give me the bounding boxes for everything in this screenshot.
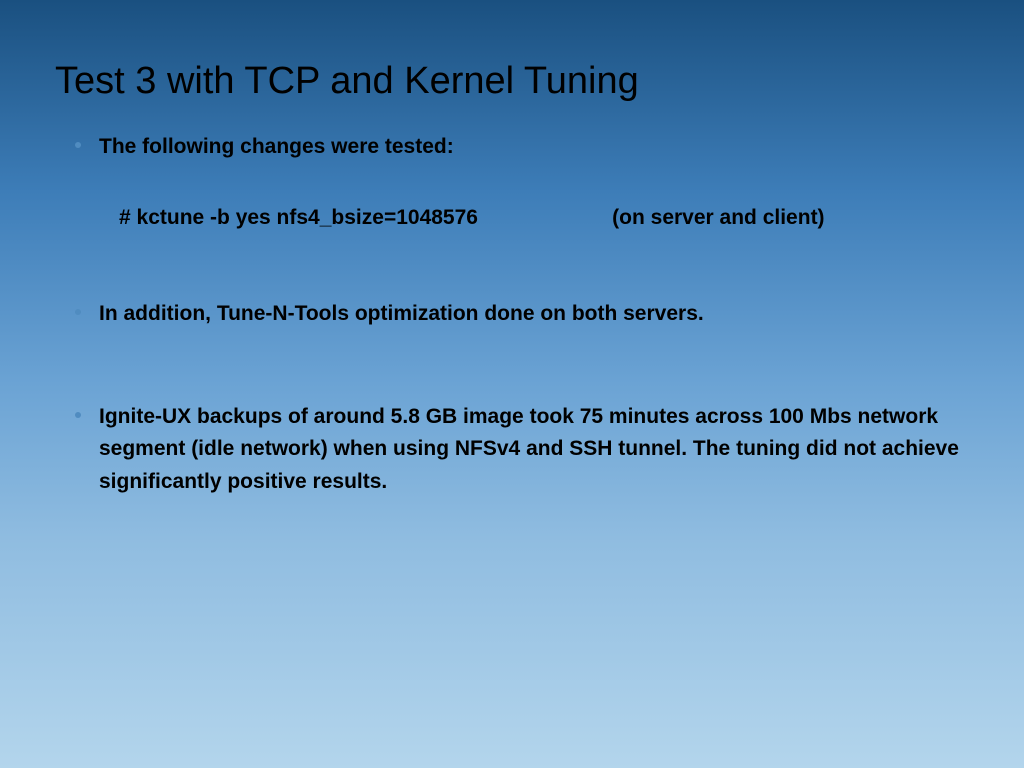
bullet-icon (75, 412, 81, 418)
bullet-icon (75, 142, 81, 148)
spacer (75, 369, 969, 401)
list-item: The following changes were tested: (75, 131, 969, 164)
slide-content: The following changes were tested: # kct… (55, 131, 969, 498)
bullet-icon (75, 309, 81, 315)
list-item: Ignite-UX backups of around 5.8 GB image… (75, 401, 969, 499)
slide-container: Test 3 with TCP and Kernel Tuning The fo… (0, 0, 1024, 768)
bullet-text: Ignite-UX backups of around 5.8 GB image… (99, 401, 969, 499)
list-item: In addition, Tune-N-Tools optimization d… (75, 298, 969, 331)
spacer (75, 266, 969, 298)
code-line: # kctune -b yes nfs4_bsize=1048576 (on s… (75, 202, 969, 235)
bullet-text: The following changes were tested: (99, 131, 454, 164)
slide-title: Test 3 with TCP and Kernel Tuning (55, 60, 969, 103)
bullet-text: In addition, Tune-N-Tools optimization d… (99, 298, 704, 331)
spacer (75, 170, 969, 202)
code-annotation: (on server and client) (478, 202, 825, 235)
spacer (75, 337, 969, 369)
spacer (75, 234, 969, 266)
code-command: # kctune -b yes nfs4_bsize=1048576 (119, 202, 478, 235)
